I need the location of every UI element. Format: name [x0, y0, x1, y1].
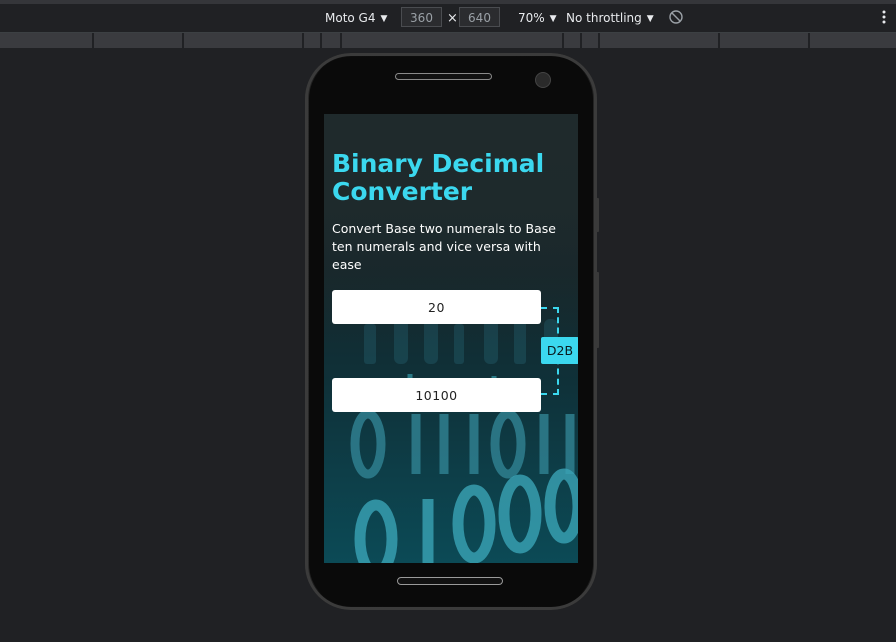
zoom-select[interactable]: 70% ▼ — [518, 10, 557, 27]
media-query-segment[interactable] — [810, 33, 896, 48]
zoom-select-label: 70% — [518, 11, 545, 25]
media-query-segment[interactable] — [322, 33, 342, 48]
chevron-down-icon: ▼ — [380, 14, 388, 24]
throttling-select[interactable]: No throttling ▼ — [566, 10, 654, 27]
media-query-bar — [0, 33, 896, 48]
app-title: Binary Decimal Converter — [332, 149, 545, 206]
device-toolbar: Moto G4 ▼ 360 × 640 70% ▼ No throttling ▼ — [0, 4, 896, 33]
device-select[interactable]: Moto G4 ▼ — [325, 10, 387, 27]
media-query-segment[interactable] — [184, 33, 304, 48]
rotate-icon[interactable] — [669, 10, 683, 24]
app-subtitle: Convert Base two numerals to Base ten nu… — [332, 221, 556, 272]
media-query-segment[interactable] — [600, 33, 720, 48]
media-query-segment[interactable] — [564, 33, 582, 48]
media-query-segment[interactable] — [94, 33, 184, 48]
chevron-down-icon: ▼ — [549, 14, 557, 24]
chevron-down-icon: ▼ — [646, 14, 654, 24]
volume-button — [595, 198, 599, 232]
height-input[interactable]: 640 — [459, 7, 500, 27]
speaker-grille — [395, 73, 492, 80]
front-camera-icon — [535, 72, 551, 88]
device-select-label: Moto G4 — [325, 11, 376, 25]
power-button — [595, 272, 599, 348]
app-screen: Binary Decimal Converter Convert Base tw… — [324, 114, 578, 563]
more-options-icon[interactable] — [882, 9, 886, 25]
media-query-segment[interactable] — [720, 33, 810, 48]
dimension-separator: × — [447, 11, 458, 26]
media-query-segment[interactable] — [304, 33, 322, 48]
binary-input[interactable] — [332, 378, 541, 412]
media-query-segment[interactable] — [342, 33, 564, 48]
decimal-input[interactable] — [332, 290, 541, 324]
home-button — [397, 577, 503, 585]
media-query-segment[interactable] — [582, 33, 600, 48]
convert-mode-button[interactable]: D2B — [541, 337, 578, 364]
throttling-select-label: No throttling — [566, 11, 642, 25]
media-query-segment[interactable] — [0, 33, 94, 48]
width-input[interactable]: 360 — [401, 7, 442, 27]
